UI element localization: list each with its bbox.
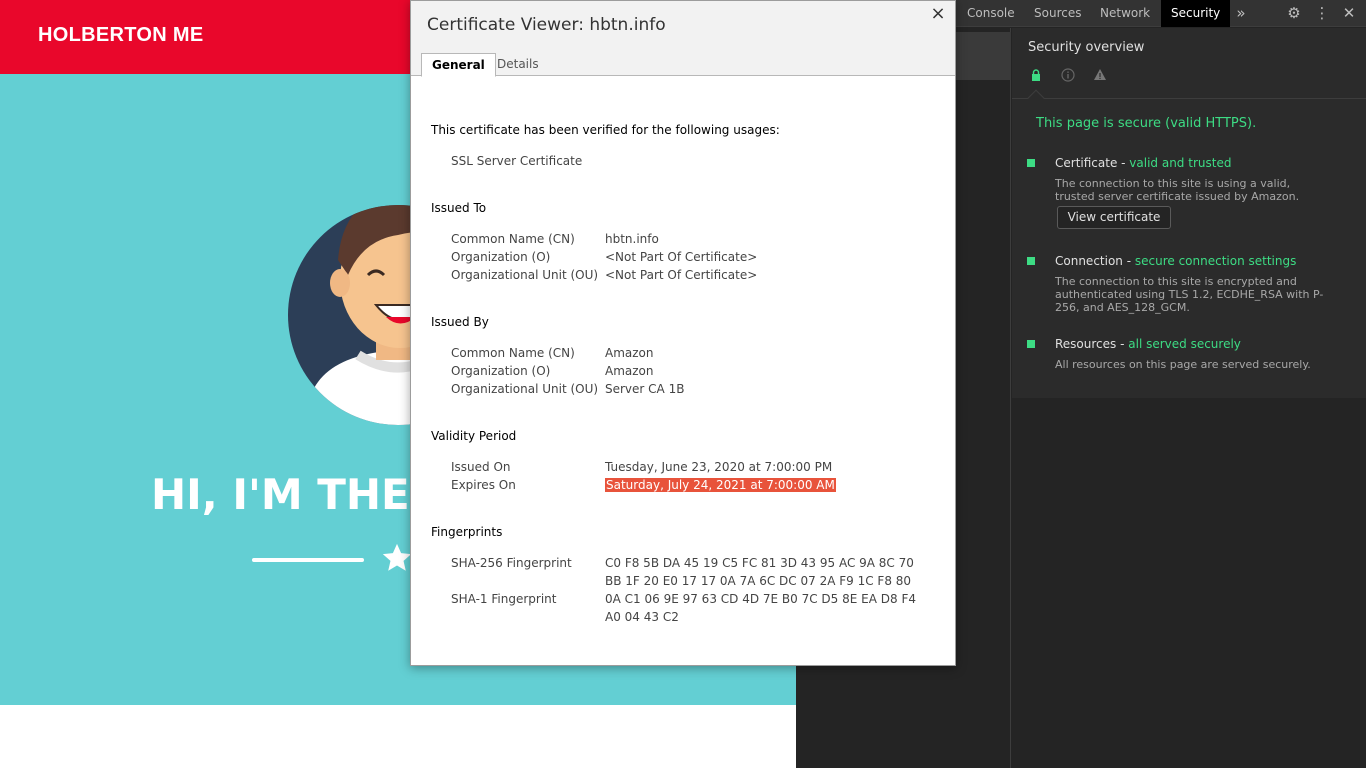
field-value: <Not Part Of Certificate>: [605, 250, 758, 264]
tab-sources[interactable]: Sources: [1024, 0, 1091, 27]
kebab-menu-icon[interactable]: ⋮: [1312, 0, 1332, 27]
tab-network[interactable]: Network: [1090, 0, 1160, 27]
security-overview-title: Security overview: [1028, 40, 1145, 55]
security-overview-panel: Security overview This page is secure (v…: [1012, 28, 1366, 398]
fingerprints-heading: Fingerprints: [431, 525, 503, 539]
certificate-description: The connection to this site is using a v…: [1055, 177, 1300, 203]
dialog-titlebar: Certificate Viewer: hbtn.info ×: [411, 1, 955, 39]
tab-details[interactable]: Details: [487, 53, 549, 77]
close-devtools-icon[interactable]: ✕: [1339, 0, 1359, 27]
view-certificate-button[interactable]: View certificate: [1057, 206, 1171, 229]
field-value: hbtn.info: [605, 232, 659, 246]
certificate-label: Certificate - valid and trusted: [1055, 156, 1232, 170]
more-tabs-icon[interactable]: »: [1231, 0, 1251, 27]
expires-on-value: Saturday, July 24, 2021 at 7:00:00 AM: [605, 478, 836, 492]
settings-gear-icon[interactable]: ⚙: [1284, 0, 1304, 27]
sha1-label: SHA-1 Fingerprint: [451, 592, 557, 606]
status-bullet: [1027, 159, 1035, 167]
security-headline: This page is secure (valid HTTPS).: [1036, 116, 1257, 131]
usage-value: SSL Server Certificate: [451, 154, 583, 168]
field-value: Amazon: [605, 364, 654, 378]
status-bullet: [1027, 257, 1035, 265]
tab-console[interactable]: Console: [957, 0, 1025, 27]
connection-description: The connection to this site is encrypted…: [1055, 275, 1324, 314]
field-value: Amazon: [605, 346, 654, 360]
star-icon: [382, 543, 412, 571]
field-label: Organizational Unit (OU): [451, 268, 599, 282]
sha256-line-1: C0 F8 5B DA 45 19 C5 FC 81 3D 43 95 AC 9…: [605, 556, 914, 570]
security-main: Security overview This page is secure (v…: [1012, 28, 1366, 768]
issued-to-heading: Issued To: [431, 201, 487, 215]
status-bullet: [1027, 340, 1035, 348]
close-icon[interactable]: ×: [928, 3, 948, 24]
panel-divider: [1012, 98, 1366, 99]
resources-description: All resources on this page are served se…: [1055, 358, 1311, 371]
field-label: Common Name (CN): [451, 232, 575, 246]
issued-on-label: Issued On: [451, 460, 511, 474]
selected-tab-notch: [1027, 89, 1045, 107]
connection-label: Connection - secure connection settings: [1055, 254, 1297, 268]
issued-on-value: Tuesday, June 23, 2020 at 7:00:00 PM: [605, 460, 833, 474]
resources-label: Resources - all served securely: [1055, 337, 1241, 351]
sha256-line-2: BB 1F 20 E0 17 17 0A 7A 6C DC 07 2A F9 1…: [605, 574, 912, 588]
info-icon: [1061, 68, 1075, 82]
dialog-tabs: General Details: [411, 39, 955, 77]
field-label: Organization (O): [451, 364, 551, 378]
lock-icon: [1032, 69, 1040, 81]
validity-heading: Validity Period: [431, 429, 517, 443]
hero-title: HI, I'M THE: [151, 470, 410, 519]
dialog-title: Certificate Viewer: hbtn.info: [427, 15, 666, 35]
sha256-label: SHA-256 Fingerprint: [451, 556, 572, 570]
tab-security[interactable]: Security: [1161, 0, 1231, 27]
site-brand[interactable]: HOLBERTON ME: [38, 24, 203, 47]
sha1-line-2: A0 04 43 C2: [605, 610, 679, 624]
issued-by-heading: Issued By: [431, 315, 489, 329]
field-label: Common Name (CN): [451, 346, 575, 360]
certificate-viewer-dialog: Certificate Viewer: hbtn.info × General …: [410, 0, 956, 666]
warning-icon: [1094, 69, 1106, 80]
tab-general[interactable]: General: [421, 53, 496, 77]
field-value: <Not Part Of Certificate>: [605, 268, 758, 282]
field-value: Server CA 1B: [605, 382, 685, 396]
field-label: Organizational Unit (OU): [451, 382, 599, 396]
expires-on-label: Expires On: [451, 478, 516, 492]
field-label: Organization (O): [451, 250, 551, 264]
verified-heading: This certificate has been verified for t…: [431, 123, 780, 137]
sha1-line-1: 0A C1 06 9E 97 63 CD 4D 7E B0 7C D5 8E E…: [605, 592, 916, 606]
hero-divider-line: [252, 558, 364, 562]
